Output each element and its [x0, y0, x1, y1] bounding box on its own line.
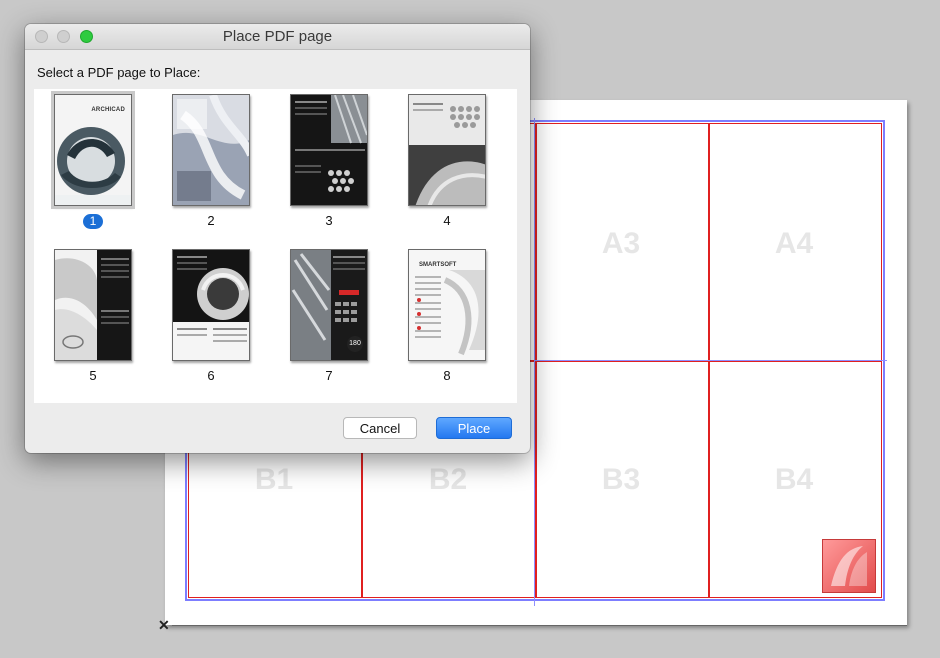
selected-page-badge: 1: [83, 214, 103, 229]
page-preview: [172, 94, 250, 206]
page-thumbnail[interactable]: 4: [388, 89, 506, 239]
page-number: 4: [443, 213, 451, 228]
close-icon[interactable]: ✕: [158, 617, 170, 634]
place-button[interactable]: Place: [436, 417, 512, 439]
page-number: 3: [325, 213, 333, 228]
page-thumbnail[interactable]: 5: [34, 244, 152, 394]
page-thumbnail[interactable]: SMARTSOFT 8: [388, 244, 506, 394]
page-preview: [408, 94, 486, 206]
prompt-label: Select a PDF page to Place:: [37, 65, 201, 80]
page-number: 6: [207, 368, 215, 383]
page8-title: SMARTSOFT: [419, 262, 457, 268]
page-number: 5: [89, 368, 97, 383]
page-preview: [290, 94, 368, 206]
page-thumbnail[interactable]: ARCHICAD 1: [34, 89, 152, 239]
page-thumbnail[interactable]: 180 7: [270, 244, 388, 394]
page-thumbnail[interactable]: 2: [152, 89, 270, 239]
red-label-bar: [339, 290, 359, 295]
cell-label-b3: B3: [601, 463, 641, 496]
cancel-button[interactable]: Cancel: [343, 417, 417, 439]
page-thumbnail[interactable]: 6: [152, 244, 270, 394]
page-preview: ARCHICAD: [51, 91, 135, 209]
titlebar: Place PDF page: [25, 24, 530, 50]
page1-title: ARCHICAD: [91, 107, 125, 113]
place-pdf-dialog: Place PDF page Select a PDF page to Plac…: [25, 24, 530, 453]
cell-label-a3: A3: [601, 227, 641, 260]
sheet-edge: [172, 625, 907, 626]
dialog-title: Place PDF page: [222, 28, 333, 45]
page-number: 2: [207, 213, 215, 228]
page-preview: SMARTSOFT: [408, 249, 486, 361]
guide-line: [534, 118, 535, 606]
page-preview: [172, 249, 250, 361]
archicad-logo-icon: [822, 539, 876, 593]
cell-label-a4: A4: [774, 227, 814, 260]
page-thumbnail-grid: ARCHICAD 1 2 3 4 5 6 180 7 SMARTSOFT 8: [34, 89, 517, 403]
cell-label-b4: B4: [774, 463, 814, 496]
cell-label-b2: B2: [428, 463, 468, 496]
page-preview: [54, 249, 132, 361]
page-thumbnail[interactable]: 3: [270, 89, 388, 239]
guide-line: [535, 360, 887, 361]
page7-badge: 180: [347, 336, 363, 352]
page-number: 8: [443, 368, 451, 383]
cell-label-b1: B1: [254, 463, 294, 496]
page-number: 1: [34, 213, 152, 229]
page-preview: 180: [290, 249, 368, 361]
page-number: 7: [325, 368, 333, 383]
